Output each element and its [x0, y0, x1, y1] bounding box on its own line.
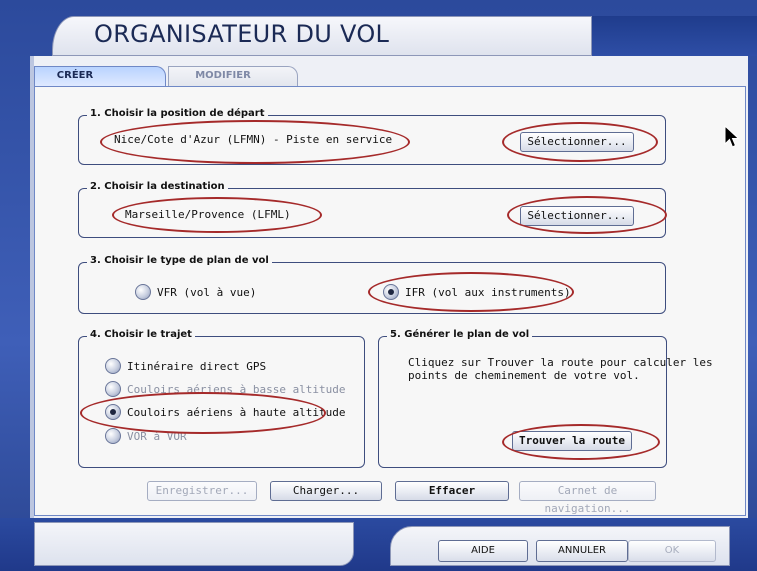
departure-value: Nice/Cote d'Azur (LFMN) - Piste en servi…: [114, 133, 393, 146]
clear-button[interactable]: Effacer: [395, 481, 509, 501]
high-airways-label[interactable]: Couloirs aériens à haute altitude: [127, 406, 346, 419]
find-route-label: Trouver la route: [519, 434, 625, 447]
vfr-label[interactable]: VFR (vol à vue): [157, 286, 256, 299]
departure-legend: 1. Choisir la position de départ: [87, 108, 268, 119]
ifr-radio[interactable]: [383, 284, 399, 300]
generate-plan-legend: 5. Générer le plan de vol: [387, 329, 533, 340]
mouse-pointer-icon: [724, 125, 740, 148]
cancel-button[interactable]: ANNULER: [536, 540, 628, 562]
find-route-button[interactable]: Trouver la route: [512, 431, 632, 451]
gps-direct-radio[interactable]: [105, 358, 121, 374]
save-button[interactable]: Enregistrer...: [147, 481, 257, 501]
navlog-label: Carnet de navigation...: [544, 484, 631, 515]
low-airways-label[interactable]: Couloirs aériens à basse altitude: [127, 383, 346, 396]
generate-plan-text-line1: Cliquez sur Trouver la route pour calcul…: [408, 356, 713, 369]
tab-modifier[interactable]: MODIFIER: [168, 66, 298, 86]
bottom-left-panel: [34, 522, 354, 566]
save-label: Enregistrer...: [155, 484, 249, 497]
load-button[interactable]: Charger...: [270, 481, 382, 501]
vfr-radio[interactable]: [135, 284, 151, 300]
ok-button[interactable]: OK: [628, 540, 716, 562]
select-destination-label: Sélectionner...: [527, 209, 627, 222]
select-departure-label: Sélectionner...: [527, 135, 627, 148]
clear-label: Effacer: [428, 484, 476, 497]
tab-creer[interactable]: CRÉER: [34, 66, 166, 86]
destination-value: Marseille/Provence (LFML): [125, 208, 291, 221]
select-departure-button[interactable]: Sélectionner...: [520, 132, 634, 152]
generate-plan-text-line2: points de cheminement de votre vol.: [408, 369, 640, 382]
route-type-group: 4. Choisir le trajet: [78, 329, 365, 468]
vor-to-vor-label[interactable]: VOR à VOR: [127, 430, 187, 443]
window-title: ORGANISATEUR DU VOL: [94, 20, 390, 48]
low-airways-radio[interactable]: [105, 381, 121, 397]
help-button[interactable]: AIDE: [438, 540, 528, 562]
title-bar-right: [592, 16, 757, 56]
destination-legend: 2. Choisir la destination: [87, 181, 228, 192]
ifr-label[interactable]: IFR (vol aux instruments): [405, 286, 571, 299]
select-destination-button[interactable]: Sélectionner...: [520, 206, 634, 226]
high-airways-radio[interactable]: [105, 404, 121, 420]
navlog-button[interactable]: Carnet de navigation...: [519, 481, 656, 515]
gps-direct-label[interactable]: Itinéraire direct GPS: [127, 360, 266, 373]
route-type-legend: 4. Choisir le trajet: [87, 329, 195, 340]
vor-to-vor-radio[interactable]: [105, 428, 121, 444]
flight-plan-type-legend: 3. Choisir le type de plan de vol: [87, 255, 272, 266]
load-label: Charger...: [292, 484, 360, 497]
